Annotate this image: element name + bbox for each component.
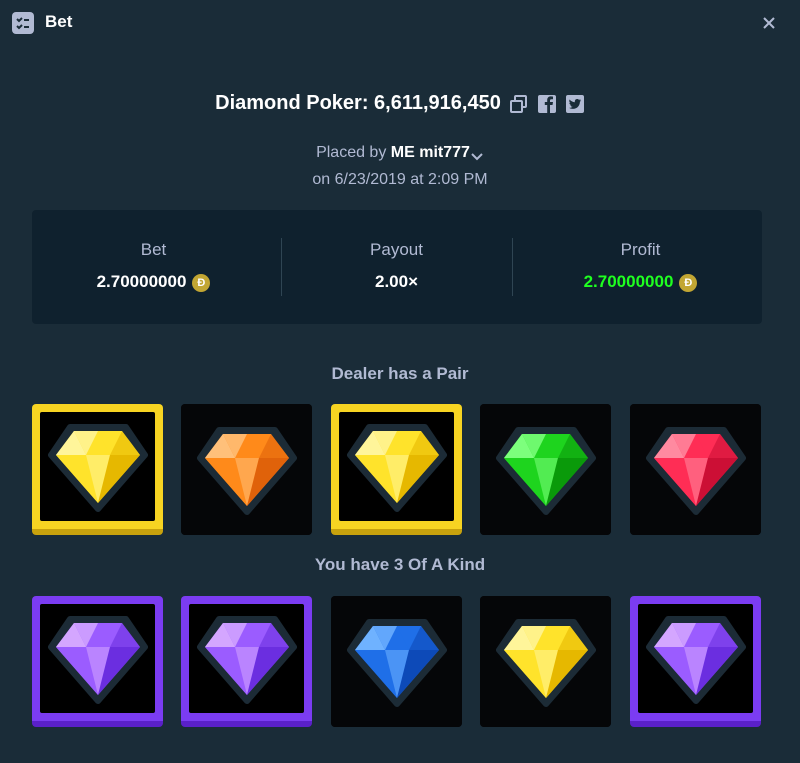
placed-by-line: Placed by ME mit777 — [0, 144, 800, 162]
gem-card-inner — [189, 604, 304, 713]
purple-gem-icon — [196, 615, 297, 704]
gem-card-inner — [480, 404, 611, 535]
gem-card — [32, 404, 163, 535]
game-title: Diamond Poker: 6,611,916,450 — [215, 92, 501, 114]
purple-gem-icon — [47, 615, 148, 704]
bet-label: Bet — [140, 240, 167, 259]
gem-card-inner — [331, 596, 462, 727]
coin-icon: Đ — [192, 273, 211, 292]
twitter-icon[interactable] — [565, 94, 585, 114]
gem-card-inner — [339, 412, 454, 521]
green-gem-icon — [495, 426, 596, 515]
bet-value-row: 2.70000000 Đ — [32, 272, 275, 292]
gem-card — [630, 404, 761, 535]
divider — [512, 238, 513, 296]
close-icon[interactable] — [758, 12, 780, 34]
yellow-gem-icon — [346, 423, 447, 512]
bet-value: 2.70000000 — [96, 272, 187, 291]
coin-icon: Đ — [679, 273, 698, 292]
profit-label: Profit — [620, 240, 661, 259]
placed-date: on 6/23/2019 at 2:09 PM — [312, 171, 488, 188]
yellow-gem-icon — [47, 423, 148, 512]
modal-title: Bet — [45, 12, 73, 31]
gem-card — [181, 596, 312, 727]
payout-label: Payout — [370, 240, 423, 259]
placed-by-prefix: Placed by — [316, 144, 387, 161]
profit-value-row: 2.70000000 Đ — [519, 272, 762, 292]
gem-card-inner — [630, 404, 761, 535]
payout-value-row: 2.00× — [275, 272, 518, 292]
gem-card — [181, 404, 312, 535]
chevron-down-icon[interactable] — [470, 148, 484, 161]
gem-card — [32, 596, 163, 727]
purple-gem-icon — [645, 615, 746, 704]
gem-card — [331, 596, 462, 727]
gem-card-inner — [40, 604, 155, 713]
stat-payout: Payout 2.00× — [275, 210, 518, 324]
stat-bet: Bet 2.70000000 Đ — [32, 210, 275, 324]
username-link[interactable]: mit777 — [419, 144, 470, 161]
payout-value: 2.00× — [374, 272, 418, 291]
yellow-gem-icon — [495, 618, 596, 707]
gem-card-inner — [181, 404, 312, 535]
gem-card-inner — [480, 596, 611, 727]
gem-card — [480, 404, 611, 535]
gem-card — [331, 404, 462, 535]
bet-list-icon — [12, 12, 34, 34]
game-title-row: Diamond Poker: 6,611,916,450 — [0, 92, 800, 120]
facebook-icon[interactable] — [537, 94, 557, 114]
gem-card — [480, 596, 611, 727]
bet-stats-panel: Bet 2.70000000 Đ Payout 2.00× Profit 2.70… — [32, 210, 762, 324]
blue-gem-icon — [346, 618, 447, 707]
modal-header: Bet — [0, 0, 800, 46]
dealer-hand-label: Dealer has a Pair — [331, 364, 469, 383]
me-tag: ME — [390, 144, 415, 161]
player-hand-label: You have 3 Of A Kind — [314, 555, 486, 574]
profit-value: 2.70000000 — [583, 272, 674, 291]
copy-icon[interactable] — [509, 94, 529, 114]
gem-card-inner — [40, 412, 155, 521]
stat-profit: Profit 2.70000000 Đ — [519, 210, 762, 324]
gem-card — [630, 596, 761, 727]
orange-gem-icon — [196, 426, 297, 515]
gem-card-inner — [638, 604, 753, 713]
red-gem-icon — [645, 426, 746, 515]
